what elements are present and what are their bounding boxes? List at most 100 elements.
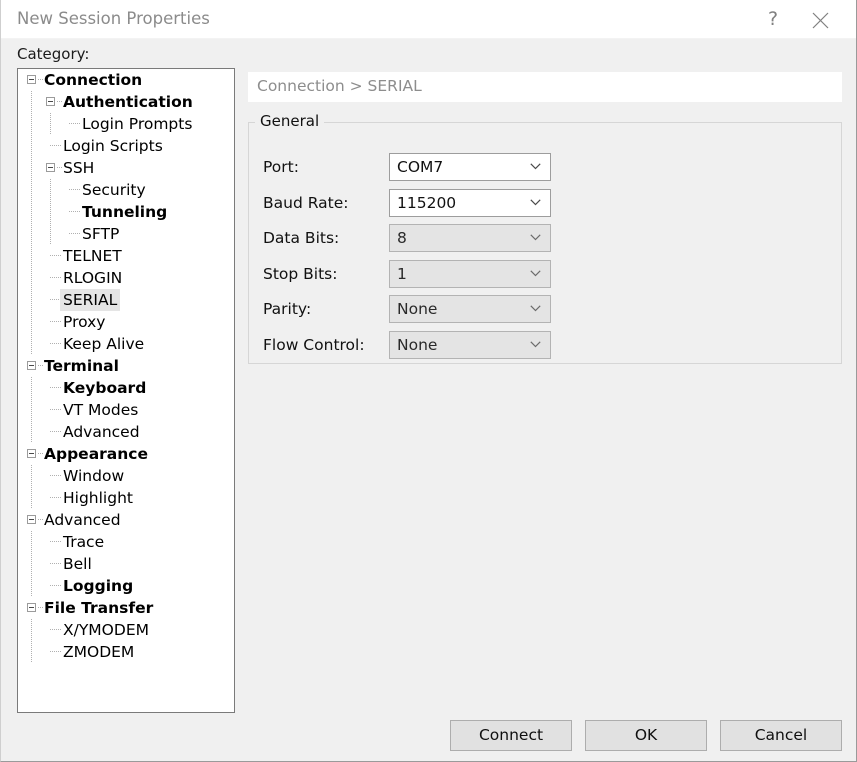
close-x-icon (812, 12, 828, 29)
category-label: Category: (17, 45, 90, 63)
tree-item-logging[interactable]: Logging (18, 575, 234, 597)
tree-item-window[interactable]: Window (18, 465, 234, 487)
tree-item-label: Tunneling (82, 203, 168, 221)
port-value: COM7 (397, 158, 444, 176)
tree-item-zmodem[interactable]: ZMODEM (18, 641, 234, 663)
chevron-down-icon (530, 199, 541, 206)
tree-item-label: Terminal (44, 357, 119, 375)
tree-item-proxy[interactable]: Proxy (18, 311, 234, 333)
tree-item-label: ZMODEM (63, 643, 135, 661)
tree-item-label: Authentication (63, 93, 193, 111)
tree-collapse-icon[interactable] (27, 75, 36, 84)
tree-collapse-icon[interactable] (46, 163, 55, 172)
tree-item-label: Keyboard (63, 379, 147, 397)
baud-rate-dropdown[interactable]: 115200 (389, 189, 551, 217)
tree-item-serial[interactable]: SERIAL (18, 289, 234, 311)
tree-item-trace[interactable]: Trace (18, 531, 234, 553)
tree-item-label: Login Prompts (82, 115, 193, 133)
tree-item-label: Login Scripts (63, 137, 163, 155)
parity-value: None (397, 300, 438, 318)
tree-item-tunneling[interactable]: Tunneling (18, 201, 234, 223)
ok-button[interactable]: OK (585, 720, 707, 751)
general-group-title: General (255, 112, 325, 130)
tree-collapse-icon[interactable] (46, 97, 55, 106)
tree-item-terminal[interactable]: Terminal (18, 355, 234, 377)
flow-control-dropdown[interactable]: None (389, 331, 551, 359)
tree-item-label: Appearance (44, 445, 148, 463)
stop-bits-value: 1 (397, 265, 407, 283)
tree-item-login-scripts[interactable]: Login Scripts (18, 135, 234, 157)
tree-item-label: RLOGIN (63, 269, 123, 287)
parity-dropdown[interactable]: None (389, 295, 551, 323)
tree-item-telnet[interactable]: TELNET (18, 245, 234, 267)
stop-bits-dropdown[interactable]: 1 (389, 260, 551, 288)
tree-item-label: Bell (63, 555, 92, 573)
window-title: New Session Properties (17, 9, 210, 28)
tree-item-label: File Transfer (44, 599, 154, 617)
baud-rate-value: 115200 (397, 194, 457, 212)
tree-item-label: Security (82, 181, 146, 199)
breadcrumb-bar: Connection > SERIAL (248, 72, 842, 102)
parity-label: Parity: (263, 300, 312, 318)
tree-item-label: TELNET (63, 247, 122, 265)
baud-rate-label: Baud Rate: (263, 194, 349, 212)
tree-item-label: SSH (63, 159, 95, 177)
tree-item-label: VT Modes (63, 401, 139, 419)
connect-button[interactable]: Connect (450, 720, 572, 751)
tree-item-label: Highlight (63, 489, 133, 507)
close-button[interactable] (797, 0, 843, 39)
tree-collapse-icon[interactable] (27, 603, 36, 612)
tree-item-vt-modes[interactable]: VT Modes (18, 399, 234, 421)
tree-collapse-icon[interactable] (27, 449, 36, 458)
tree-item-label: SERIAL (60, 289, 121, 311)
tree-item-label: SFTP (82, 225, 120, 243)
chevron-down-icon (530, 341, 541, 348)
data-bits-dropdown[interactable]: 8 (389, 224, 551, 252)
question-mark-icon: ? (767, 8, 779, 30)
tree-item-label: Trace (63, 533, 105, 551)
tree-item-label: Proxy (63, 313, 106, 331)
tree-item-authentication[interactable]: Authentication (18, 91, 234, 113)
tree-item-label: Advanced (44, 511, 121, 529)
tree-item-appearance[interactable]: Appearance (18, 443, 234, 465)
tree-item-label: Window (63, 467, 125, 485)
chevron-down-icon (530, 234, 541, 241)
tree-item-connection[interactable]: Connection (18, 69, 234, 91)
flow-control-value: None (397, 336, 438, 354)
tree-item-advanced[interactable]: Advanced (18, 509, 234, 531)
category-tree[interactable]: Connection Authentication Login Prompts Log… (17, 68, 235, 713)
tree-item-login-prompts[interactable]: Login Prompts (18, 113, 234, 135)
tree-item-highlight[interactable]: Highlight (18, 487, 234, 509)
stop-bits-label: Stop Bits: (263, 265, 338, 283)
port-dropdown[interactable]: COM7 (389, 153, 551, 181)
tree-item-label: X/YMODEM (63, 621, 149, 639)
chevron-down-icon (530, 163, 541, 170)
tree-item-bell[interactable]: Bell (18, 553, 234, 575)
tree-item-label: Connection (44, 71, 143, 89)
title-bar: New Session Properties ? (1, 0, 856, 39)
tree-item-label: Logging (63, 577, 134, 595)
tree-item-rlogin[interactable]: RLOGIN (18, 267, 234, 289)
tree-item-ssh[interactable]: SSH (18, 157, 234, 179)
flow-control-label: Flow Control: (263, 336, 365, 354)
tree-item-x-ymodem[interactable]: X/YMODEM (18, 619, 234, 641)
tree-collapse-icon[interactable] (27, 361, 36, 370)
tree-item-keep-alive[interactable]: Keep Alive (18, 333, 234, 355)
tree-item-keyboard[interactable]: Keyboard (18, 377, 234, 399)
tree-item-sftp[interactable]: SFTP (18, 223, 234, 245)
help-button[interactable]: ? (750, 0, 796, 39)
tree-item-advanced[interactable]: Advanced (18, 421, 234, 443)
tree-collapse-icon[interactable] (27, 515, 36, 524)
data-bits-label: Data Bits: (263, 229, 340, 247)
cancel-button[interactable]: Cancel (720, 720, 842, 751)
breadcrumb: Connection > SERIAL (257, 77, 422, 95)
tree-item-label: Keep Alive (63, 335, 145, 353)
data-bits-value: 8 (397, 229, 407, 247)
port-label: Port: (263, 158, 299, 176)
new-session-properties-dialog: New Session Properties ? Category: Conne… (0, 0, 857, 762)
tree-item-security[interactable]: Security (18, 179, 234, 201)
chevron-down-icon (530, 305, 541, 312)
tree-item-label: Advanced (63, 423, 140, 441)
tree-item-file-transfer[interactable]: File Transfer (18, 597, 234, 619)
chevron-down-icon (530, 270, 541, 277)
